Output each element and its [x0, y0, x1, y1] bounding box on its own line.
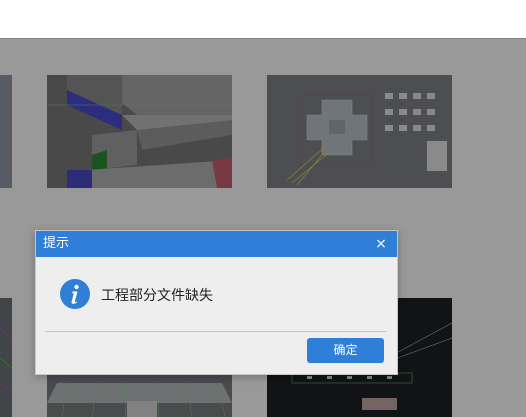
top-bar — [0, 0, 526, 39]
dialog-header: 提示 × — [36, 231, 397, 257]
dialog-message: 工程部分文件缺失 — [101, 288, 213, 304]
dialog-title: 提示 — [43, 236, 70, 251]
info-icon — [60, 279, 90, 309]
dialog-divider — [45, 331, 386, 332]
alert-dialog: 提示 × 工程部分文件缺失 确定 — [35, 230, 398, 375]
app-page: 提示 × 工程部分文件缺失 确定 — [0, 0, 526, 417]
confirm-button[interactable]: 确定 — [307, 338, 384, 363]
close-icon[interactable]: × — [374, 231, 388, 257]
